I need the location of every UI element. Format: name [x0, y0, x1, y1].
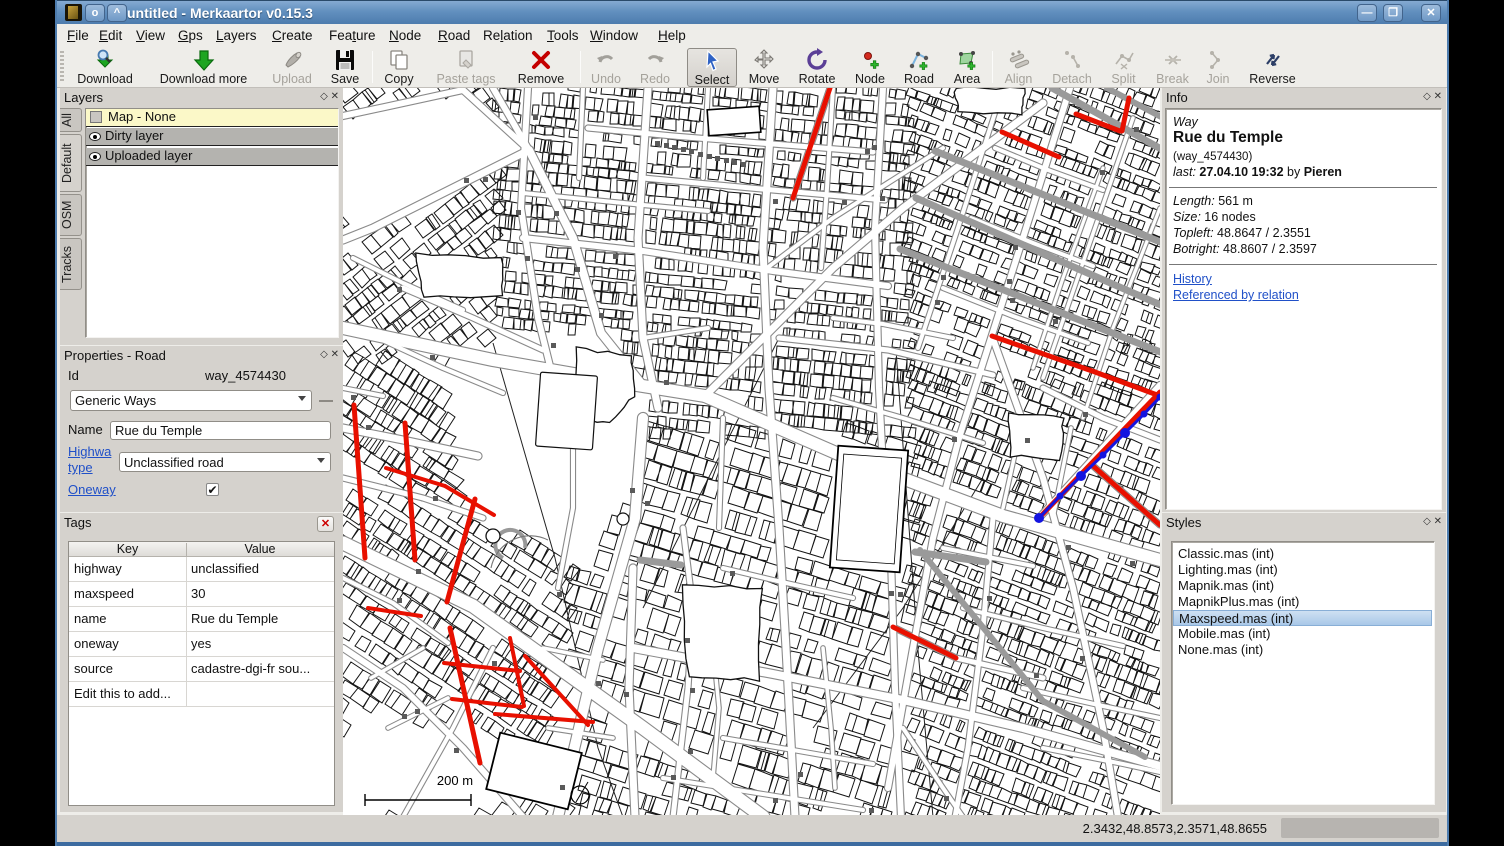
- svg-text:200 m: 200 m: [437, 773, 473, 788]
